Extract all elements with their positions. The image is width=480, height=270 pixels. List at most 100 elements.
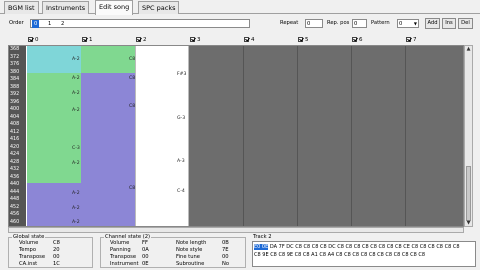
add-button[interactable]: Add <box>425 18 440 29</box>
repeat-field[interactable]: 0 <box>305 19 323 28</box>
ch-note-length-label: Note length <box>176 240 207 246</box>
row-number: 424 <box>10 152 20 157</box>
tab-instruments[interactable]: Instruments <box>42 1 90 14</box>
tab-edit-song[interactable]: Edit song <box>95 0 134 15</box>
row-number: 444 <box>10 189 20 195</box>
rep-pos-field[interactable]: 0 <box>352 19 367 28</box>
row-number: 368 <box>10 47 20 52</box>
order-item[interactable]: 2 <box>61 20 64 28</box>
row-number: 460 <box>10 219 20 225</box>
ch-fine-tune-value: 00 <box>222 254 229 260</box>
tab-bgm-list[interactable]: BGM list <box>4 1 39 14</box>
note-text: A-2 <box>72 108 80 113</box>
row-number: 440 <box>10 182 20 187</box>
note-block[interactable] <box>81 183 135 226</box>
order-list[interactable]: 0 1 2 <box>30 19 250 28</box>
channel-header-5[interactable]: 5 <box>297 35 309 45</box>
channel-header-6[interactable]: 6 <box>351 35 363 45</box>
note-block[interactable] <box>81 46 135 73</box>
order-item-selected[interactable]: 0 <box>32 20 40 28</box>
chevron-down-icon[interactable]: ▼ <box>414 20 417 28</box>
channel-header-3[interactable]: 3 <box>189 35 201 45</box>
scroll-thumb[interactable] <box>466 166 471 221</box>
tab-spc-packs[interactable]: SPC packs <box>138 1 180 14</box>
row-number: 428 <box>10 159 20 165</box>
checkbox-icon[interactable] <box>28 36 33 42</box>
channel-divider <box>351 46 352 226</box>
row-number: 392 <box>10 92 20 97</box>
row-number: 400 <box>10 107 20 112</box>
cajnst-label: CA.inst <box>19 261 38 267</box>
ch-panning-value: 0A <box>142 247 149 253</box>
ch-note-style-label: Note style <box>176 247 203 253</box>
track-highlight[interactable]: E0 0E <box>254 244 269 250</box>
scroll-up-icon[interactable]: ▲ <box>466 46 471 52</box>
checkbox-icon[interactable] <box>190 36 195 42</box>
note-text: F#3 <box>177 72 187 77</box>
checkbox-icon[interactable] <box>298 36 303 42</box>
ch-transpose-value: 00 <box>142 254 149 260</box>
order-label: Order <box>9 20 24 26</box>
repeat-label: Repeat <box>280 20 299 26</box>
row-number: 416 <box>10 137 20 142</box>
checkbox-icon[interactable] <box>136 36 141 42</box>
pattern-grid[interactable]: 368 372 376 380 384 388 392 396 400 404 … <box>8 45 464 227</box>
ch-subroutine-label: Subroutine <box>176 261 205 267</box>
row-number: 408 <box>10 122 20 127</box>
checkbox-icon[interactable] <box>82 36 87 42</box>
row-number: 420 <box>10 144 20 150</box>
channel-header-7[interactable]: 7 <box>405 35 417 45</box>
ch-volume-value: FF <box>142 240 148 246</box>
track-line: C8 9E C8 C8 9E C8 C8 A1 C8 A4 C8 C8 C8 C… <box>254 252 426 258</box>
channel-header-2[interactable]: 2 <box>135 35 147 45</box>
checkbox-icon[interactable] <box>352 36 357 42</box>
ch-note-style-value: 7E <box>222 247 229 253</box>
ch-instrument-value: 0E <box>142 261 149 267</box>
ins-button[interactable]: Ins <box>442 18 456 29</box>
rep-pos-label: Rep. pos <box>327 20 350 26</box>
row-number: 452 <box>10 204 20 210</box>
note-text: A-3 <box>177 159 185 164</box>
note-text: G-3 <box>177 116 186 121</box>
row-number: 436 <box>10 174 20 180</box>
scroll-down-icon[interactable]: ▼ <box>466 220 471 226</box>
note-text: A-2 <box>72 206 80 211</box>
tempo-label: Tempo <box>19 247 36 253</box>
row-number: 388 <box>10 84 20 90</box>
channel-header-1[interactable]: 1 <box>81 35 93 45</box>
pattern-select[interactable]: 0 ▼ <box>397 19 419 28</box>
row-number: 456 <box>10 212 20 217</box>
note-text: A-2 <box>72 161 80 166</box>
note-text: A-2 <box>72 91 80 96</box>
note-text: A-2 <box>72 220 80 225</box>
pattern-label: Pattern <box>371 20 390 26</box>
ch-panning-label: Panning <box>110 247 131 253</box>
note-text: A-2 <box>72 76 80 81</box>
tempo-value: 20 <box>53 247 60 253</box>
row-number: 404 <box>10 114 20 120</box>
ch-instrument-label: Instrument <box>110 261 139 267</box>
cajnst-value: 1C <box>53 261 60 267</box>
ch-subroutine-value: No <box>222 261 230 267</box>
volume-value: C8 <box>53 240 60 246</box>
note-block[interactable] <box>81 73 135 183</box>
checkbox-icon[interactable] <box>406 36 411 42</box>
track-hex-view[interactable]: E0 0E DA 7F DC C8 C8 C8 C8 DC C8 C8 C8 C… <box>252 241 476 267</box>
channel-header-0[interactable]: 0 <box>27 35 39 45</box>
track-title: Track 2 <box>253 234 272 240</box>
row-number: 396 <box>10 99 20 105</box>
ch-note-length-value: 0B <box>222 240 229 246</box>
order-item[interactable]: 1 <box>48 20 51 28</box>
horizontal-scrollbar[interactable] <box>8 227 464 233</box>
row-number: 376 <box>10 62 20 67</box>
channel-divider <box>297 46 298 226</box>
row-number: 384 <box>10 77 20 82</box>
channel-divider <box>243 46 244 226</box>
vertical-scrollbar[interactable]: ▲ ▼ <box>464 45 473 227</box>
track-line: DA 7F DC C8 C8 C8 C8 DC C8 C8 C8 C8 C8 C… <box>268 244 460 250</box>
del-button[interactable]: Del <box>458 18 473 29</box>
row-number: 380 <box>10 69 20 75</box>
checkbox-icon[interactable] <box>244 36 249 42</box>
empty-channels-area[interactable] <box>189 46 463 226</box>
channel-header-4[interactable]: 4 <box>243 35 255 45</box>
